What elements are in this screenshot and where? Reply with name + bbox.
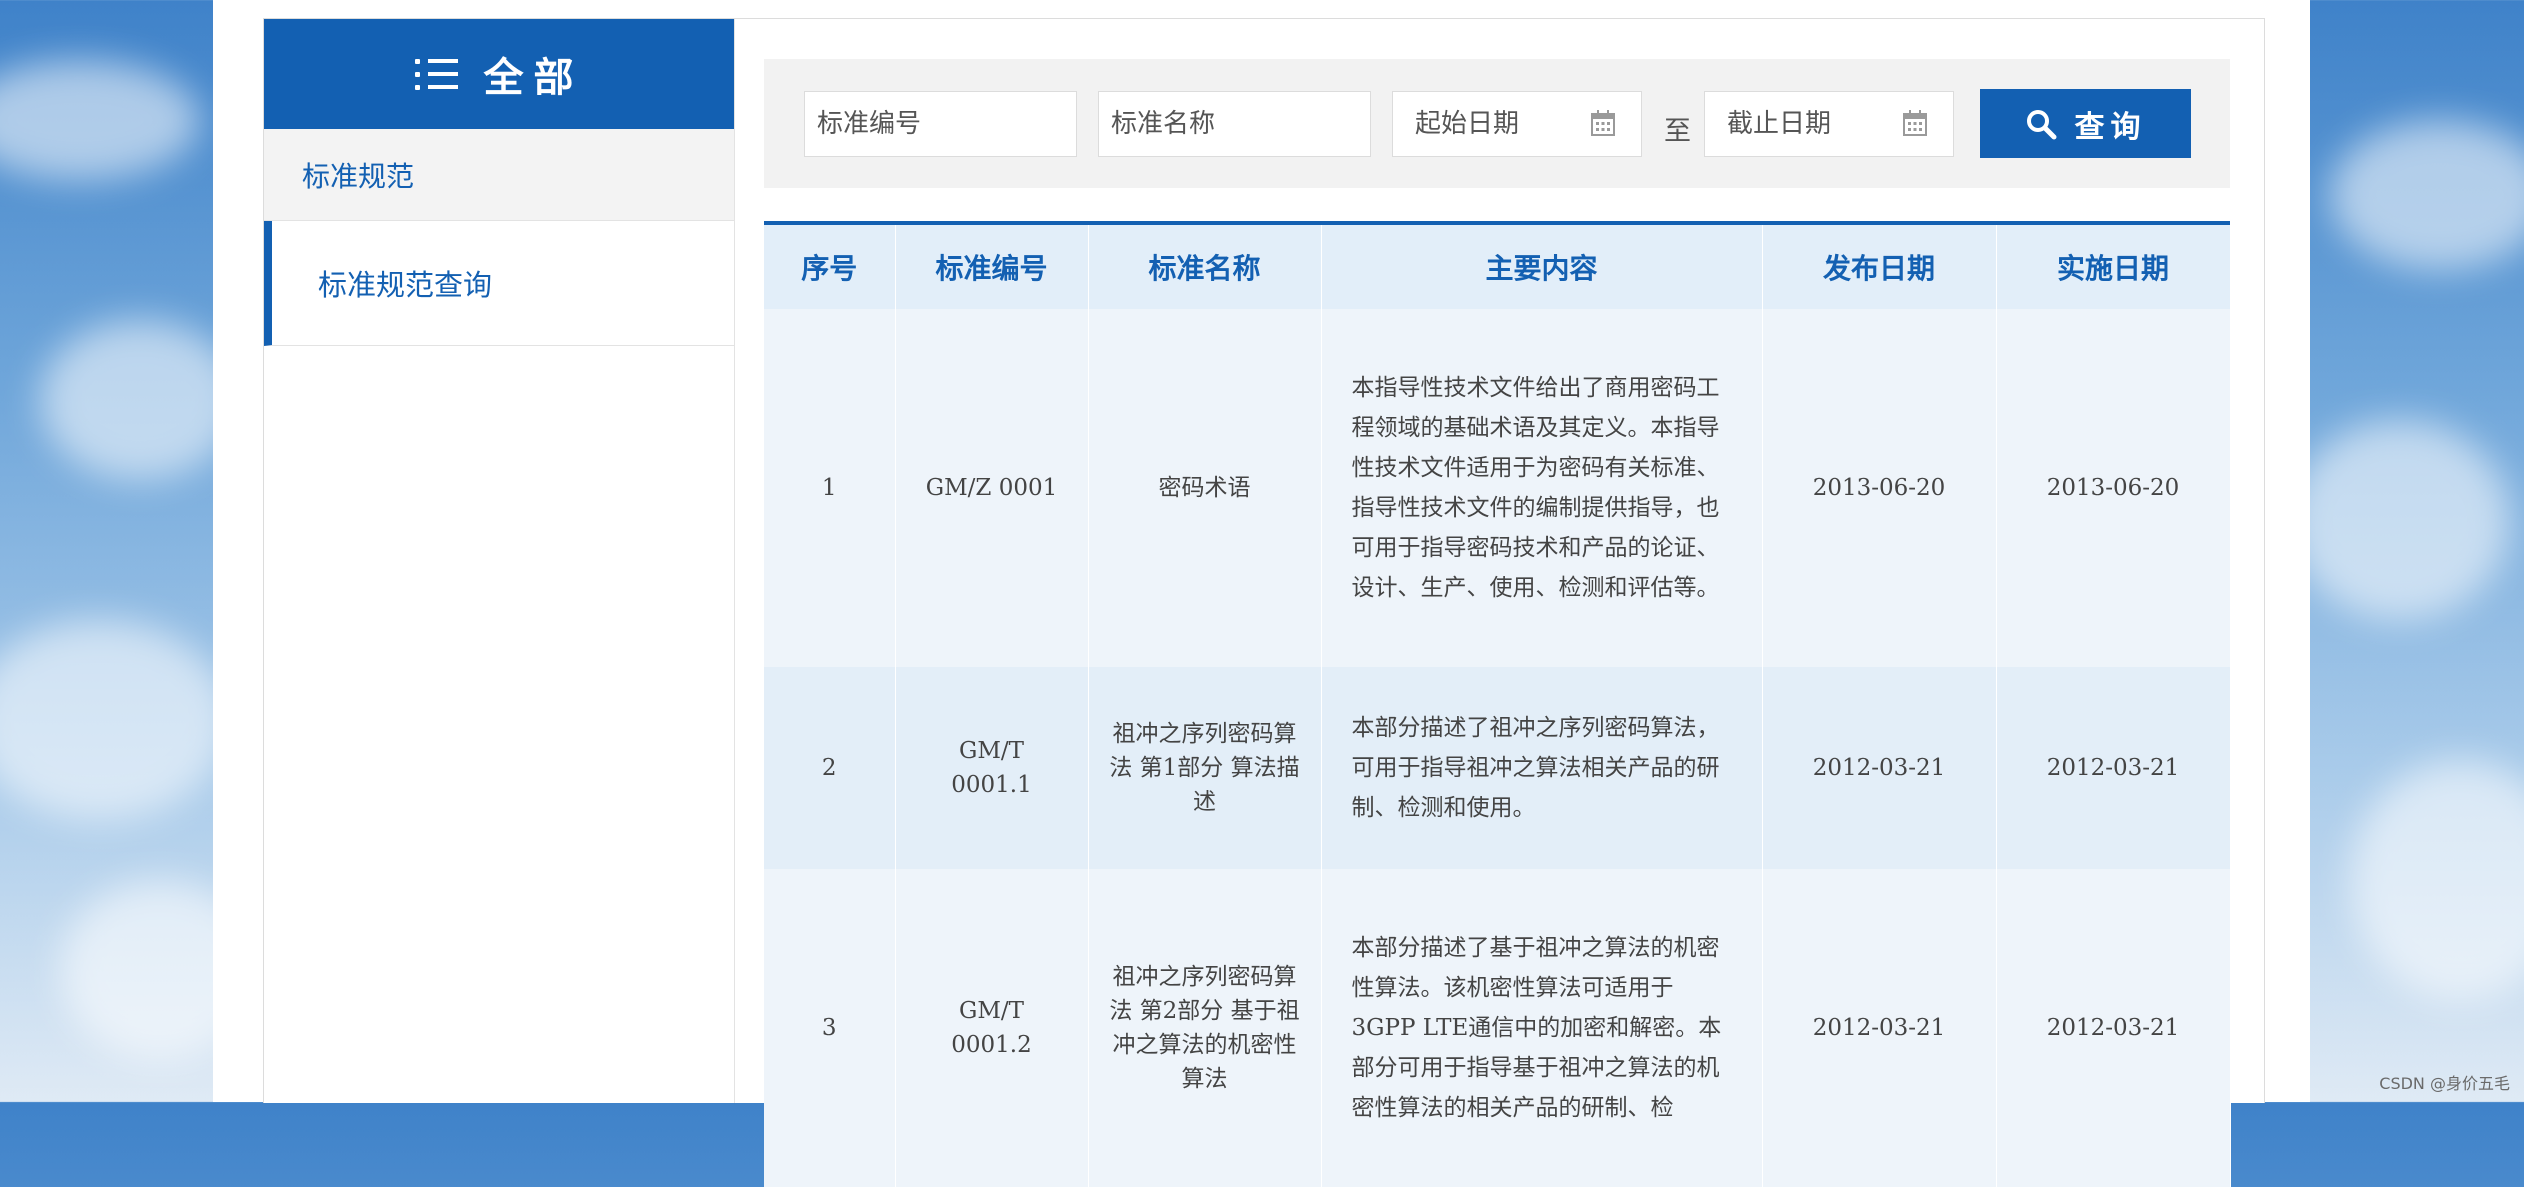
sidebar-title: 全部 <box>483 55 584 101</box>
search-button-label: 查询 <box>2074 109 2147 145</box>
cell-code: GM/T 0001.2 <box>895 869 1089 1187</box>
column-header: 主要内容 <box>1321 225 1763 309</box>
watermark: CSDN @身价五毛 <box>2379 1074 2510 1093</box>
table-header-row: 序号 标准编号 标准名称 主要内容 发布日期 实施日期 <box>764 225 2231 309</box>
cell-index: 3 <box>764 869 896 1187</box>
date-range-separator: 至 <box>1664 116 1691 147</box>
end-date-field[interactable] <box>1704 91 1954 157</box>
cell-publish-date: 2013-06-20 <box>1762 309 1997 667</box>
search-button[interactable]: 查询 <box>1980 89 2191 158</box>
search-icon <box>2026 109 2056 139</box>
cell-content: 本部分描述了祖冲之序列密码算法，可用于指导祖冲之算法相关产品的研制、检测和使用。 <box>1321 667 1763 869</box>
standards-table: 序号 标准编号 标准名称 主要内容 发布日期 实施日期 1 GM/Z 0001 <box>764 221 2231 1187</box>
sidebar: 全部 标准规范 标准规范查询 <box>264 19 735 1103</box>
calendar-icon[interactable] <box>1591 110 1615 136</box>
start-date-input[interactable] <box>1393 92 1563 156</box>
column-header: 标准名称 <box>1088 225 1322 309</box>
cell-index: 1 <box>764 309 896 667</box>
sidebar-item-standard-query[interactable]: 标准规范查询 <box>264 221 734 346</box>
table-row[interactable]: 1 GM/Z 0001 密码术语 本指导性技术文件给出了商用密码工程领域的基础术… <box>764 309 2231 667</box>
cell-publish-date: 2012-03-21 <box>1762 869 1997 1187</box>
search-panel: 至 查询 <box>764 59 2230 188</box>
cell-name: 密码术语 <box>1088 309 1322 667</box>
cell-effective-date: 2012-03-21 <box>1996 667 2231 869</box>
content-frame: 全部 标准规范 标准规范查询 标准编号 标准名称 起始日期 至 截止日期 查询 … <box>263 18 2265 1187</box>
cell-code: GM/Z 0001 <box>895 309 1089 667</box>
list-menu-icon <box>414 58 458 90</box>
column-header: 实施日期 <box>1996 225 2231 309</box>
cell-publish-date: 2012-03-21 <box>1762 667 1997 869</box>
cell-content: 本部分描述了基于祖冲之算法的机密性算法。该机密性算法可适用于3GPP LTE通信… <box>1321 869 1763 1187</box>
cell-effective-date: 2012-03-21 <box>1996 869 2231 1187</box>
calendar-icon[interactable] <box>1903 110 1927 136</box>
cell-name: 祖冲之序列密码算法 第1部分 算法描述 <box>1088 667 1322 869</box>
cell-index: 2 <box>764 667 896 869</box>
column-header: 序号 <box>764 225 896 309</box>
standard-name-input[interactable] <box>1098 91 1371 157</box>
sidebar-category[interactable]: 标准规范 <box>264 129 734 221</box>
page-container: 全部 标准规范 标准规范查询 标准编号 标准名称 起始日期 至 截止日期 查询 … <box>213 0 2310 1187</box>
sky-background-left <box>0 0 213 1102</box>
standard-code-input[interactable] <box>804 91 1077 157</box>
cell-effective-date: 2013-06-20 <box>1996 309 2231 667</box>
start-date-field[interactable] <box>1392 91 1642 157</box>
cell-code: GM/T 0001.1 <box>895 667 1089 869</box>
table-row[interactable]: 2 GM/T 0001.1 祖冲之序列密码算法 第1部分 算法描述 本部分描述了… <box>764 667 2231 869</box>
cell-content: 本指导性技术文件给出了商用密码工程领域的基础术语及其定义。本指导性技术文件适用于… <box>1321 309 1763 667</box>
end-date-input[interactable] <box>1705 92 1875 156</box>
sidebar-item-label: 标准规范查询 <box>318 268 493 302</box>
sky-background-right <box>2310 0 2524 1102</box>
column-header: 标准编号 <box>895 225 1089 309</box>
table-row[interactable]: 3 GM/T 0001.2 祖冲之序列密码算法 第2部分 基于祖冲之算法的机密性… <box>764 869 2231 1187</box>
cell-name: 祖冲之序列密码算法 第2部分 基于祖冲之算法的机密性算法 <box>1088 869 1322 1187</box>
sidebar-header[interactable]: 全部 <box>264 19 734 129</box>
column-header: 发布日期 <box>1762 225 1997 309</box>
